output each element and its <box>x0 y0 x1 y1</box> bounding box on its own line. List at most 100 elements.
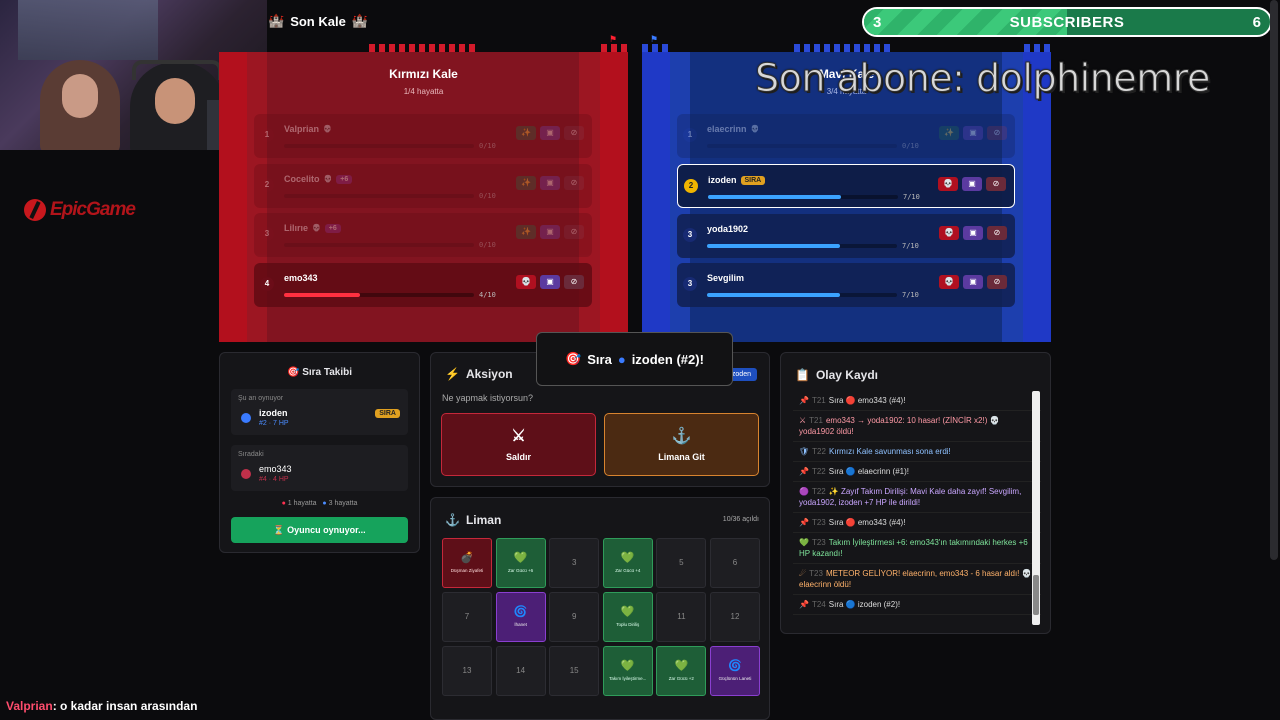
log-entry-text: METEOR GELİYOR! elaecrinn, emo343 - 6 ha… <box>799 569 1032 589</box>
log-entry-icon: 📌 <box>799 600 809 609</box>
port-grid: 💣 Düşman Ziyafeti 💚 Zar Gücü +6 3 💚 Zar Gücü +… <box>442 538 762 696</box>
port-cell[interactable]: 🌀 İhanet <box>495 592 546 642</box>
shield-action-icon[interactable]: ▣ <box>963 226 983 240</box>
port-cell[interactable]: 6 <box>709 538 760 588</box>
shield-action-icon[interactable]: ▣ <box>540 126 560 140</box>
log-entry: 🛡 T22 Kırmızı Kale savunması sona erdi! <box>793 442 1041 462</box>
player-playing-button[interactable]: ⏳ Oyuncu oynuyor... <box>231 517 408 543</box>
shield-action-icon[interactable]: ▣ <box>540 225 560 239</box>
log-entry-icon: 📌 <box>799 396 809 405</box>
next-player-slot: Sıradaki emo343 #4 · 4 HP <box>231 445 408 491</box>
shield-action-icon[interactable]: ▣ <box>540 176 560 190</box>
game-title: 🏰 Son Kale 🏰 <box>268 13 368 29</box>
port-cell[interactable]: 13 <box>442 646 492 696</box>
player-name: yoda1902 <box>707 224 749 234</box>
blue-player-row[interactable]: 1 elaecrinn 💀 0/10 ✨ ▣ ⊘ <box>677 114 1015 158</box>
brand-logo: EpicGame <box>24 196 174 224</box>
block-action-icon[interactable]: ⊘ <box>987 126 1007 140</box>
heart-icon: 💚 <box>620 659 635 672</box>
go-to-port-button[interactable]: ⚓ Limana Git <box>604 413 759 476</box>
blue-player-row[interactable]: 2 izoden SIRA 7/10 💀 ▣ ⊘ <box>677 164 1015 208</box>
player-name: emo343 <box>284 273 318 283</box>
port-cell[interactable]: 💚 Takım İyileştirme... <box>602 646 653 696</box>
heal-action-icon[interactable]: ✨ <box>516 225 536 239</box>
log-entry-text: Sıra 🔵 izoden (#2)! <box>828 600 901 609</box>
log-entry-text: Sıra 🔴 emo343 (#4)! <box>828 518 906 527</box>
event-log-scrollbar[interactable] <box>1032 391 1040 625</box>
port-cell[interactable]: 💣 Düşman Ziyafeti <box>442 538 492 588</box>
log-entry-text: Kırmızı Kale savunması sona erdi! <box>828 447 951 456</box>
heart-icon: 💚 <box>620 551 635 564</box>
port-cell[interactable]: 💚 Zar Gücü +2 <box>656 646 707 696</box>
shield-action-icon[interactable]: ▣ <box>540 275 560 289</box>
row-actions: 💀 ▣ ⊘ <box>939 226 1007 240</box>
log-entry-icon: 💚 <box>799 538 809 547</box>
heal-action-icon[interactable]: ✨ <box>516 176 536 190</box>
blue-player-row[interactable]: 3 yoda1902 7/10 💀 ▣ ⊘ <box>677 214 1015 258</box>
port-cell[interactable]: 14 <box>495 646 546 696</box>
hp-text: 7/10 <box>902 291 919 299</box>
block-action-icon[interactable]: ⊘ <box>987 275 1007 289</box>
log-entry-icon: ☄ <box>799 569 807 578</box>
shield-action-icon[interactable]: ▣ <box>963 275 983 289</box>
log-entry: 📌 T21 Sıra 🔴 emo343 (#4)! <box>793 391 1041 411</box>
attack-action-icon[interactable]: 💀 <box>516 275 536 289</box>
hp-text: 0/10 <box>479 192 496 200</box>
red-player-row[interactable]: 2 Cocelito 💀 +6 0/10 ✨ ▣ ⊘ <box>254 164 592 208</box>
port-cell[interactable]: 9 <box>549 592 600 642</box>
log-entry-text: Sıra 🔵 elaecrinn (#1)! <box>828 467 909 476</box>
port-cell[interactable]: 💚 Zar Gücü +4 <box>602 538 653 588</box>
port-cell-number: 11 <box>677 612 686 621</box>
block-action-icon[interactable]: ⊘ <box>564 126 584 140</box>
port-cell[interactable]: 15 <box>549 646 600 696</box>
port-cell-label: Takım İyileştirme... <box>609 675 647 681</box>
block-action-icon[interactable]: ⊘ <box>564 176 584 190</box>
port-cell-label: Zar Gücü +4 <box>615 567 641 573</box>
attack-button[interactable]: ⚔ Saldır <box>441 413 596 476</box>
shield-action-icon[interactable]: ▣ <box>962 177 982 191</box>
player-number: 3 <box>683 277 697 291</box>
event-log-list[interactable]: 📌 T21 Sıra 🔴 emo343 (#4)! ⚔ T21 emo343 → yoda… <box>793 391 1041 625</box>
action-question: Ne yapmak istiyorsun? <box>442 393 534 403</box>
hp-text: 4/10 <box>479 291 496 299</box>
shield-action-icon[interactable]: ▣ <box>963 126 983 140</box>
toast-prefix: Sıra <box>587 351 612 367</box>
red-player-row[interactable]: 4 emo343 4/10 💀 ▣ ⊘ <box>254 263 592 307</box>
logo-icon <box>24 199 46 221</box>
port-cell[interactable]: 5 <box>656 538 707 588</box>
player-name: elaecrinn <box>707 124 747 134</box>
blue-player-row[interactable]: 3 Sevgilim 7/10 💀 ▣ ⊘ <box>677 263 1015 307</box>
bomb-icon: 💣 <box>460 551 474 564</box>
block-action-icon[interactable]: ⊘ <box>564 225 584 239</box>
hp-bar <box>284 243 474 247</box>
port-cell[interactable]: 💚 Zar Gücü +6 <box>495 538 546 588</box>
block-action-icon[interactable]: ⊘ <box>564 275 584 289</box>
port-cell[interactable]: 💚 Toplu Diriliş <box>602 592 653 642</box>
port-cell-number: 5 <box>679 558 684 567</box>
hp-bar <box>284 293 474 297</box>
page-scrollbar[interactable] <box>1270 0 1278 560</box>
red-player-row[interactable]: 3 Lilırıe 💀 +6 0/10 ✨ ▣ ⊘ <box>254 213 592 257</box>
attack-action-icon[interactable]: 💀 <box>939 275 959 289</box>
port-cell[interactable]: 11 <box>656 592 707 642</box>
target-icon: 🎯 <box>565 351 582 366</box>
block-action-icon[interactable]: ⊘ <box>986 177 1006 191</box>
port-cell[interactable]: 12 <box>709 592 760 642</box>
row-actions: 💀 ▣ ⊘ <box>939 275 1007 289</box>
port-cell-label: Zar Gücü +6 <box>508 567 534 573</box>
port-cell[interactable]: 🌀 Güçlünün Laneti <box>709 646 760 696</box>
subscriber-label: SUBSCRIBERS <box>1009 13 1125 31</box>
player-number: 1 <box>260 128 274 142</box>
hp-bar <box>284 144 474 148</box>
hp-bar <box>707 293 897 297</box>
red-player-row[interactable]: 1 Valprian 💀 0/10 ✨ ▣ ⊘ <box>254 114 592 158</box>
port-cell-number: 3 <box>571 558 577 567</box>
attack-action-icon[interactable]: 💀 <box>939 226 959 240</box>
heal-action-icon[interactable]: ✨ <box>516 126 536 140</box>
heal-action-icon[interactable]: ✨ <box>939 126 959 140</box>
player-name: Sevgilim <box>707 273 745 283</box>
port-cell[interactable]: 7 <box>442 592 492 642</box>
attack-action-icon[interactable]: 💀 <box>938 177 958 191</box>
port-cell[interactable]: 3 <box>549 538 600 588</box>
block-action-icon[interactable]: ⊘ <box>987 226 1007 240</box>
